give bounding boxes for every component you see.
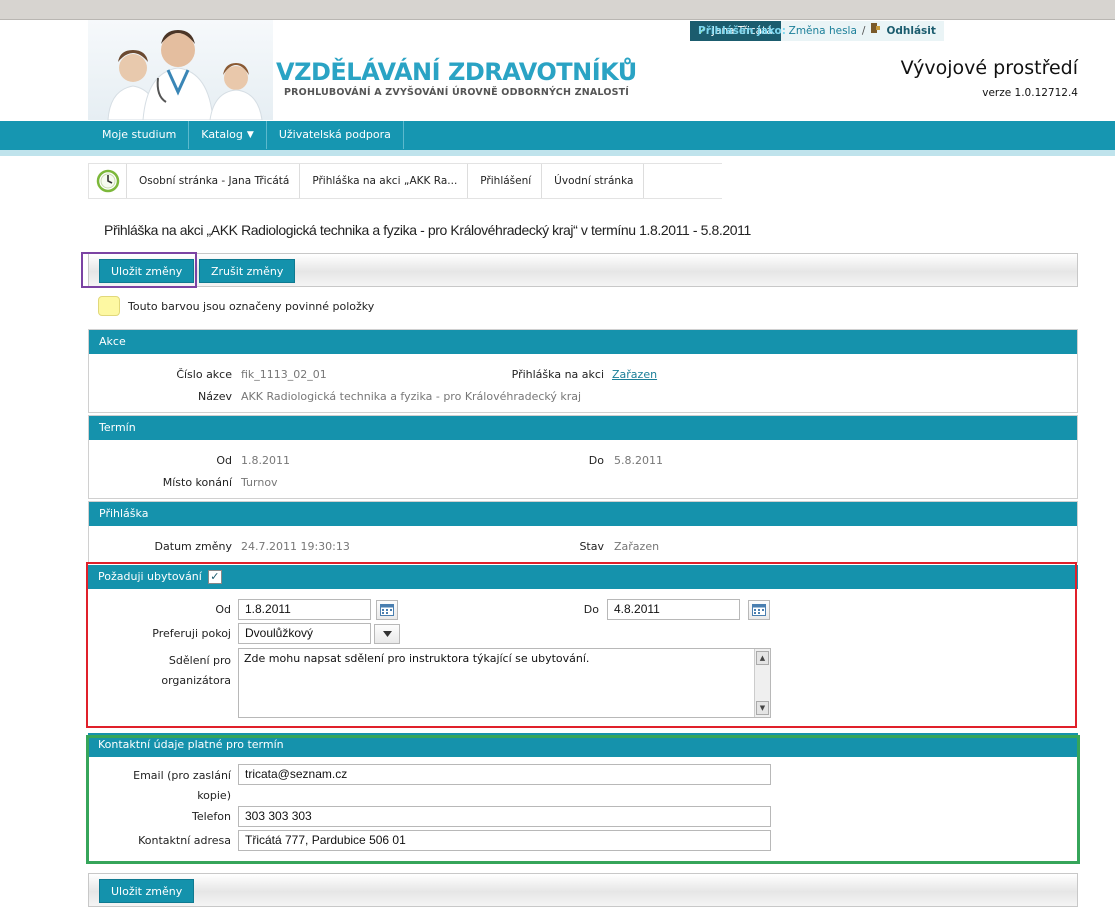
misto-konani-label: Místo konání — [162, 476, 232, 489]
required-color-swatch — [98, 296, 120, 316]
breadcrumb-tail — [644, 164, 723, 198]
account-links: Změna hesla / Odhlásit — [780, 21, 944, 41]
prihlaska-na-akci-link[interactable]: Zařazen — [612, 368, 657, 381]
chevron-down-icon: ▼ — [246, 130, 254, 140]
required-legend-text: Touto barvou jsou označeny povinné polož… — [128, 299, 375, 313]
nav-item-katalog[interactable]: Katalog ▼ — [189, 121, 267, 149]
logout-icon — [870, 21, 881, 41]
page-title: Přihláška na akci „AKK Radiologická tech… — [104, 222, 751, 238]
panel-prihlaska: Přihláška Datum změny 24.7.2011 19:30:13… — [88, 501, 1078, 563]
highlight-ubytovani — [86, 562, 1077, 728]
logout-link[interactable]: Odhlásit — [886, 21, 935, 41]
brand-part2: ZDRAVOTNÍKŮ — [447, 58, 637, 86]
stav-value: Zařazen — [614, 540, 660, 553]
required-legend: Touto barvou jsou označeny povinné polož… — [98, 296, 374, 316]
nazev-label: Název — [197, 390, 232, 403]
nav-label: Moje studium — [102, 128, 177, 141]
bottom-toolbar: Uložit změny — [88, 873, 1078, 907]
termin-od-value: 1.8.2011 — [241, 454, 290, 467]
user-bar: ✔ Přihlášen jako: Jana Třicátá Změna hes… — [690, 21, 944, 41]
breadcrumb: Osobní stránka - Jana Třicátá Přihláška … — [88, 163, 723, 199]
nav-item-moje-studium[interactable]: Moje studium — [90, 121, 190, 149]
breadcrumb-item-prihlaseni[interactable]: Přihlášení — [468, 164, 543, 198]
header-photo — [88, 20, 273, 120]
cislo-akce-value: fik_1113_02_01 — [241, 368, 327, 381]
brand-part1: VZDĚLÁVÁNÍ — [276, 58, 441, 86]
breadcrumb-item-uvodni-stranka[interactable]: Úvodní stránka — [542, 164, 645, 198]
termin-od-label: Od — [216, 454, 232, 467]
termin-do-value: 5.8.2011 — [614, 454, 663, 467]
main-nav: Moje studium Katalog ▼ Uživatelská podpor… — [0, 121, 1115, 156]
top-toolbar: Uložit změny Zrušit změny — [88, 253, 1078, 287]
breadcrumb-item-osobni-stranka[interactable]: Osobní stránka - Jana Třicátá — [127, 164, 301, 198]
misto-konani-value: Turnov — [241, 476, 278, 489]
change-password-link[interactable]: Změna hesla — [789, 21, 857, 41]
panel-akce: Akce Číslo akce fik_1113_02_01 Přihláška… — [88, 329, 1078, 413]
nav-item-uzivatelska-podpora[interactable]: Uživatelská podpora — [267, 121, 404, 149]
panel-akce-header: Akce — [89, 330, 1077, 354]
logged-user-box: ✔ Přihlášen jako: Jana Třicátá — [690, 21, 786, 41]
panel-termin: Termín Od 1.8.2011 Do 5.8.2011 Místo kon… — [88, 415, 1078, 499]
stav-label: Stav — [579, 540, 604, 553]
datum-zmeny-value: 24.7.2011 19:30:13 — [241, 540, 350, 553]
panel-prihlaska-header: Přihláška — [89, 502, 1077, 526]
home-clock-icon[interactable] — [89, 164, 127, 198]
save-button-bottom[interactable]: Uložit změny — [99, 879, 195, 903]
nav-label: Katalog — [201, 128, 243, 141]
breadcrumb-item-prihlaska[interactable]: Přihláška na akci „AKK Ra... — [300, 164, 469, 198]
cislo-akce-label: Číslo akce — [176, 368, 232, 381]
site-tagline: PROHLUBOVÁNÍ A ZVYŠOVÁNÍ ÚROVNĚ ODBORNÝC… — [284, 87, 630, 98]
logged-label: Přihlášen jako: — [698, 25, 786, 37]
panel-termin-header: Termín — [89, 416, 1077, 440]
nazev-value: AKK Radiologická technika a fyzika - pro… — [241, 390, 582, 403]
nav-label: Uživatelská podpora — [278, 128, 391, 141]
site-brand[interactable]: VZDĚLÁVÁNÍ ZDRAVOTNÍKŮ — [276, 58, 637, 86]
browser-top-strip — [0, 0, 1115, 20]
app-version: verze 1.0.12712.4 — [982, 87, 1078, 99]
environment-name: Vývojové prostředí — [900, 57, 1078, 79]
cancel-button[interactable]: Zrušit změny — [199, 259, 296, 283]
termin-do-label: Do — [588, 454, 604, 467]
account-separator: / — [861, 25, 866, 37]
prihlaska-na-akci-label: Přihláška na akci — [511, 368, 604, 381]
datum-zmeny-label: Datum změny — [154, 540, 232, 553]
highlight-kontakt — [86, 735, 1080, 864]
highlight-save-button — [81, 252, 197, 288]
